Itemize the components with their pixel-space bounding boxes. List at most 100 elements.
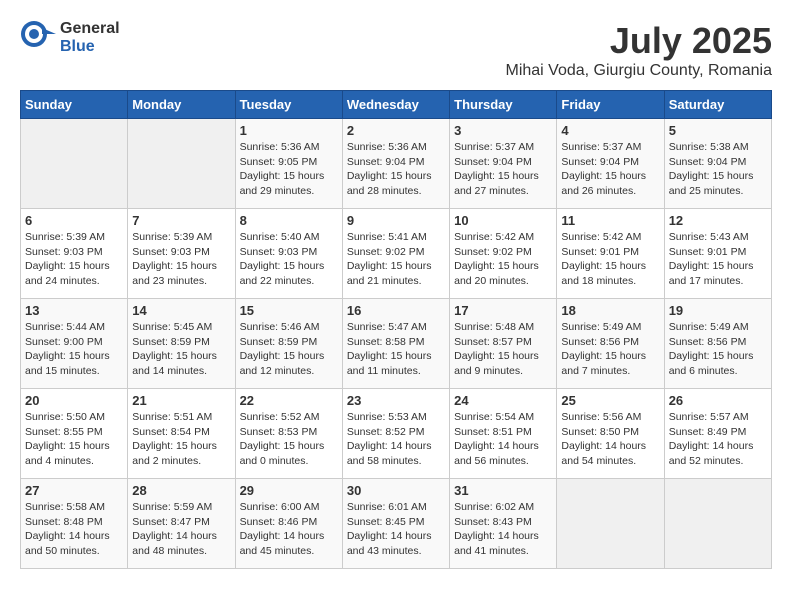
weekday-header-tuesday: Tuesday <box>235 91 342 119</box>
day-info: Sunrise: 5:39 AMSunset: 9:03 PMDaylight:… <box>25 230 123 289</box>
day-number: 6 <box>25 213 123 228</box>
day-info: Sunrise: 5:42 AMSunset: 9:02 PMDaylight:… <box>454 230 552 289</box>
day-info: Sunrise: 5:46 AMSunset: 8:59 PMDaylight:… <box>240 320 338 379</box>
day-info: Sunrise: 6:02 AMSunset: 8:43 PMDaylight:… <box>454 500 552 559</box>
calendar-cell <box>664 479 771 569</box>
day-info: Sunrise: 5:42 AMSunset: 9:01 PMDaylight:… <box>561 230 659 289</box>
calendar-cell: 12 Sunrise: 5:43 AMSunset: 9:01 PMDayligh… <box>664 209 771 299</box>
day-info: Sunrise: 5:40 AMSunset: 9:03 PMDaylight:… <box>240 230 338 289</box>
day-number: 17 <box>454 303 552 318</box>
day-number: 3 <box>454 123 552 138</box>
calendar-cell: 11 Sunrise: 5:42 AMSunset: 9:01 PMDayligh… <box>557 209 664 299</box>
day-number: 16 <box>347 303 445 318</box>
day-number: 24 <box>454 393 552 408</box>
day-number: 9 <box>347 213 445 228</box>
calendar-cell: 17Sunrise: 5:48 AMSunset: 8:57 PMDayligh… <box>450 299 557 389</box>
calendar-cell: 14 Sunrise: 5:45 AMSunset: 8:59 PMDayligh… <box>128 299 235 389</box>
logo-icon <box>20 20 56 56</box>
day-info: Sunrise: 6:00 AMSunset: 8:46 PMDaylight:… <box>240 500 338 559</box>
day-info: Sunrise: 5:45 AMSunset: 8:59 PMDaylight:… <box>132 320 230 379</box>
day-info: Sunrise: 5:49 AMSunset: 8:56 PMDaylight:… <box>561 320 659 379</box>
day-number: 15 <box>240 303 338 318</box>
day-info: Sunrise: 5:47 AMSunset: 8:58 PMDaylight:… <box>347 320 445 379</box>
calendar-cell: 16 Sunrise: 5:47 AMSunset: 8:58 PMDayligh… <box>342 299 449 389</box>
day-number: 30 <box>347 483 445 498</box>
weekday-header-monday: Monday <box>128 91 235 119</box>
calendar-cell: 6 Sunrise: 5:39 AMSunset: 9:03 PMDaylight… <box>21 209 128 299</box>
calendar-cell: 10 Sunrise: 5:42 AMSunset: 9:02 PMDayligh… <box>450 209 557 299</box>
day-info: Sunrise: 5:43 AMSunset: 9:01 PMDaylight:… <box>669 230 767 289</box>
day-number: 14 <box>132 303 230 318</box>
page-header: General Blue July 2025 Mihai Voda, Giurg… <box>20 20 772 80</box>
day-info: Sunrise: 5:38 AMSunset: 9:04 PMDaylight:… <box>669 140 767 199</box>
day-number: 20 <box>25 393 123 408</box>
calendar-cell: 24 Sunrise: 5:54 AMSunset: 8:51 PMDayligh… <box>450 389 557 479</box>
calendar-cell: 31 Sunrise: 6:02 AMSunset: 8:43 PMDayligh… <box>450 479 557 569</box>
day-number: 19 <box>669 303 767 318</box>
day-number: 21 <box>132 393 230 408</box>
weekday-header-friday: Friday <box>557 91 664 119</box>
weekday-header-thursday: Thursday <box>450 91 557 119</box>
calendar-week-row: 6 Sunrise: 5:39 AMSunset: 9:03 PMDaylight… <box>21 209 772 299</box>
day-info: Sunrise: 5:37 AMSunset: 9:04 PMDaylight:… <box>561 140 659 199</box>
weekday-header-sunday: Sunday <box>21 91 128 119</box>
calendar-cell: 1Sunrise: 5:36 AMSunset: 9:05 PMDaylight… <box>235 119 342 209</box>
day-info: Sunrise: 5:44 AMSunset: 9:00 PMDaylight:… <box>25 320 123 379</box>
calendar-cell <box>557 479 664 569</box>
calendar-cell: 29 Sunrise: 6:00 AMSunset: 8:46 PMDayligh… <box>235 479 342 569</box>
weekday-header-saturday: Saturday <box>664 91 771 119</box>
day-number: 29 <box>240 483 338 498</box>
day-number: 12 <box>669 213 767 228</box>
calendar-week-row: 1Sunrise: 5:36 AMSunset: 9:05 PMDaylight… <box>21 119 772 209</box>
day-info: Sunrise: 5:51 AMSunset: 8:54 PMDaylight:… <box>132 410 230 469</box>
day-number: 31 <box>454 483 552 498</box>
day-number: 10 <box>454 213 552 228</box>
calendar-cell: 30 Sunrise: 6:01 AMSunset: 8:45 PMDayligh… <box>342 479 449 569</box>
calendar-cell: 4Sunrise: 5:37 AMSunset: 9:04 PMDaylight… <box>557 119 664 209</box>
calendar-cell <box>21 119 128 209</box>
day-number: 1 <box>240 123 338 138</box>
calendar-cell: 19Sunrise: 5:49 AMSunset: 8:56 PMDayligh… <box>664 299 771 389</box>
weekday-header-row: SundayMondayTuesdayWednesdayThursdayFrid… <box>21 91 772 119</box>
day-number: 22 <box>240 393 338 408</box>
calendar-cell: 25Sunrise: 5:56 AMSunset: 8:50 PMDayligh… <box>557 389 664 479</box>
day-info: Sunrise: 5:53 AMSunset: 8:52 PMDaylight:… <box>347 410 445 469</box>
day-info: Sunrise: 5:56 AMSunset: 8:50 PMDaylight:… <box>561 410 659 469</box>
day-number: 5 <box>669 123 767 138</box>
logo-general-text: General <box>60 20 120 37</box>
title-section: July 2025 Mihai Voda, Giurgiu County, Ro… <box>505 20 772 80</box>
day-info: Sunrise: 5:41 AMSunset: 9:02 PMDaylight:… <box>347 230 445 289</box>
day-info: Sunrise: 5:54 AMSunset: 8:51 PMDaylight:… <box>454 410 552 469</box>
calendar-cell: 28Sunrise: 5:59 AMSunset: 8:47 PMDayligh… <box>128 479 235 569</box>
calendar-cell: 21 Sunrise: 5:51 AMSunset: 8:54 PMDayligh… <box>128 389 235 479</box>
calendar-cell: 3Sunrise: 5:37 AMSunset: 9:04 PMDaylight… <box>450 119 557 209</box>
calendar-cell: 15 Sunrise: 5:46 AMSunset: 8:59 PMDayligh… <box>235 299 342 389</box>
day-info: Sunrise: 5:39 AMSunset: 9:03 PMDaylight:… <box>132 230 230 289</box>
calendar-cell: 18Sunrise: 5:49 AMSunset: 8:56 PMDayligh… <box>557 299 664 389</box>
day-number: 8 <box>240 213 338 228</box>
day-number: 7 <box>132 213 230 228</box>
calendar-cell: 5 Sunrise: 5:38 AMSunset: 9:04 PMDaylight… <box>664 119 771 209</box>
calendar-cell: 13 Sunrise: 5:44 AMSunset: 9:00 PMDayligh… <box>21 299 128 389</box>
calendar-cell: 2Sunrise: 5:36 AMSunset: 9:04 PMDaylight… <box>342 119 449 209</box>
day-number: 27 <box>25 483 123 498</box>
calendar-cell: 27 Sunrise: 5:58 AMSunset: 8:48 PMDayligh… <box>21 479 128 569</box>
day-number: 26 <box>669 393 767 408</box>
calendar-cell: 7 Sunrise: 5:39 AMSunset: 9:03 PMDaylight… <box>128 209 235 299</box>
day-info: Sunrise: 6:01 AMSunset: 8:45 PMDaylight:… <box>347 500 445 559</box>
calendar-week-row: 20Sunrise: 5:50 AMSunset: 8:55 PMDayligh… <box>21 389 772 479</box>
calendar-cell: 20Sunrise: 5:50 AMSunset: 8:55 PMDayligh… <box>21 389 128 479</box>
day-info: Sunrise: 5:57 AMSunset: 8:49 PMDaylight:… <box>669 410 767 469</box>
day-number: 11 <box>561 213 659 228</box>
calendar-table: SundayMondayTuesdayWednesdayThursdayFrid… <box>20 90 772 569</box>
month-title: July 2025 <box>505 20 772 62</box>
day-info: Sunrise: 5:59 AMSunset: 8:47 PMDaylight:… <box>132 500 230 559</box>
day-info: Sunrise: 5:58 AMSunset: 8:48 PMDaylight:… <box>25 500 123 559</box>
day-info: Sunrise: 5:36 AMSunset: 9:04 PMDaylight:… <box>347 140 445 199</box>
logo: General Blue <box>20 20 120 56</box>
day-number: 13 <box>25 303 123 318</box>
calendar-cell: 22Sunrise: 5:52 AMSunset: 8:53 PMDayligh… <box>235 389 342 479</box>
weekday-header-wednesday: Wednesday <box>342 91 449 119</box>
calendar-cell: 23Sunrise: 5:53 AMSunset: 8:52 PMDayligh… <box>342 389 449 479</box>
calendar-cell: 26 Sunrise: 5:57 AMSunset: 8:49 PMDayligh… <box>664 389 771 479</box>
